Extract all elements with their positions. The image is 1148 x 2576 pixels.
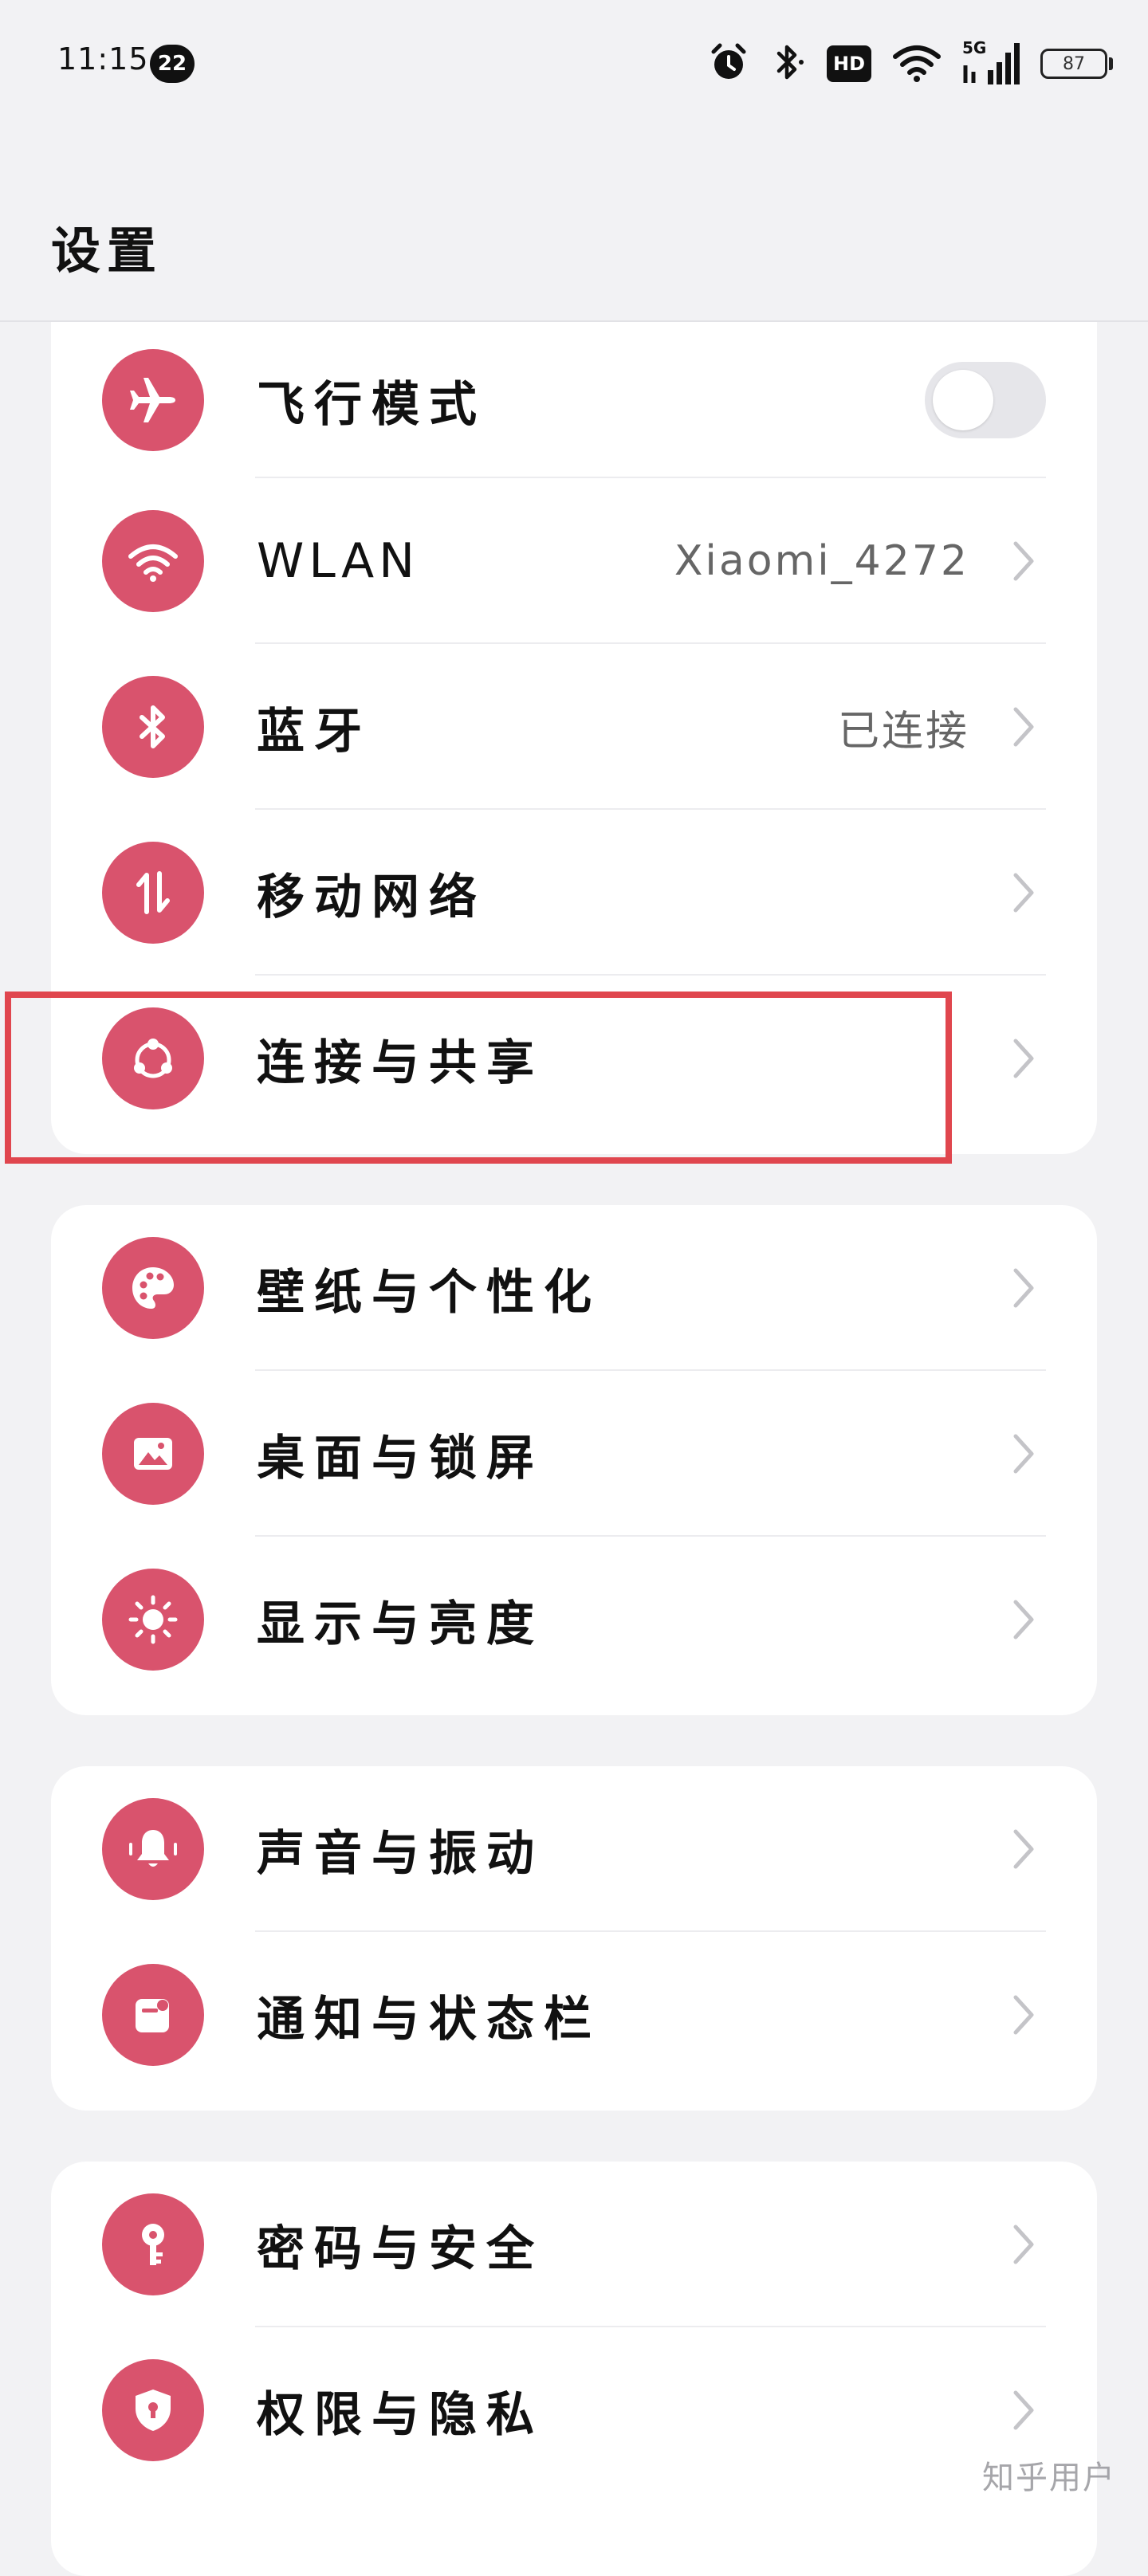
chevron-right-icon — [1008, 1825, 1040, 1873]
bluetooth-icon — [102, 676, 204, 778]
chevron-right-icon — [1008, 537, 1040, 585]
airplane-mode-toggle[interactable] — [925, 362, 1046, 438]
settings-item-label: 权限与隐私 — [257, 2386, 544, 2443]
battery-level: 87 — [1040, 49, 1107, 79]
chevron-right-icon — [1008, 1264, 1040, 1312]
bluetooth-status: 已连接 — [837, 707, 969, 756]
bluetooth-status-icon — [771, 41, 806, 87]
notification-icon — [102, 1964, 204, 2066]
settings-item-label: 飞行模式 — [257, 376, 486, 433]
watermark: 知乎用户 — [982, 2460, 1116, 2496]
chevron-right-icon — [1008, 1596, 1040, 1643]
settings-item-label: 声音与振动 — [257, 1825, 544, 1882]
settings-item-label: 显示与亮度 — [257, 1596, 544, 1652]
key-icon — [102, 2193, 204, 2295]
settings-item-label: 蓝牙 — [257, 703, 372, 760]
settings-item-label: 壁纸与个性化 — [257, 1264, 601, 1321]
shield-icon — [102, 2359, 204, 2461]
mobile-data-icon — [102, 842, 204, 944]
settings-item-mobile-network[interactable]: 移动网络 — [51, 810, 1097, 976]
settings-item-permissions-privacy[interactable]: 权限与隐私 — [51, 2327, 1097, 2493]
settings-group-personalization: 壁纸与个性化 桌面与锁屏 显示与亮度 — [51, 1205, 1097, 1715]
status-time: 11:15 — [57, 41, 149, 77]
page-title: 设置 — [51, 222, 163, 280]
bell-icon — [102, 1798, 204, 1900]
chevron-right-icon — [1008, 1991, 1040, 2039]
chevron-right-icon — [1008, 1430, 1040, 1478]
settings-item-notifications-statusbar[interactable]: 通知与状态栏 — [51, 1932, 1097, 2098]
image-icon — [102, 1403, 204, 1505]
airplane-icon — [102, 349, 204, 451]
settings-group-security-privacy: 密码与安全 权限与隐私 — [51, 2162, 1097, 2576]
settings-item-wlan[interactable]: WLAN Xiaomi_4272 — [51, 478, 1097, 644]
chevron-right-icon — [1008, 2386, 1040, 2434]
sun-icon — [102, 1569, 204, 1671]
status-icons: HD 5G 87 — [707, 38, 1113, 89]
palette-icon — [102, 1237, 204, 1339]
notification-count-badge: 22 — [150, 45, 195, 83]
wifi-status-icon — [892, 42, 942, 85]
settings-item-display-brightness[interactable]: 显示与亮度 — [51, 1537, 1097, 1702]
settings-item-label: 通知与状态栏 — [257, 1991, 601, 2048]
page-header: 设置 — [0, 128, 1148, 322]
settings-item-bluetooth[interactable]: 蓝牙 已连接 — [51, 644, 1097, 810]
settings-item-label: 密码与安全 — [257, 2221, 544, 2277]
settings-item-label: 桌面与锁屏 — [257, 1430, 544, 1486]
wifi-icon — [102, 510, 204, 612]
chevron-right-icon — [1008, 2221, 1040, 2268]
cellular-signal-icon: 5G — [962, 38, 1020, 86]
chevron-right-icon — [1008, 1035, 1040, 1082]
hd-voice-icon: HD — [827, 45, 871, 82]
settings-item-sound-vibration[interactable]: 声音与振动 — [51, 1766, 1097, 1932]
battery-icon: 87 — [1040, 49, 1113, 79]
alarm-icon — [707, 41, 750, 87]
settings-group-sound-notifications: 声音与振动 通知与状态栏 — [51, 1766, 1097, 2111]
wlan-network-name: Xiaomi_4272 — [674, 537, 969, 585]
settings-item-password-security[interactable]: 密码与安全 — [51, 2162, 1097, 2327]
highlight-box — [5, 992, 952, 1164]
settings-item-wallpaper[interactable]: 壁纸与个性化 — [51, 1205, 1097, 1371]
status-bar: 11:15 22 HD 5G 87 — [0, 0, 1148, 128]
toggle-knob — [933, 370, 993, 430]
settings-item-label: WLAN — [257, 533, 420, 589]
settings-item-home-lock-screen[interactable]: 桌面与锁屏 — [51, 1371, 1097, 1537]
settings-item-label: 移动网络 — [257, 869, 486, 925]
chevron-right-icon — [1008, 703, 1040, 751]
settings-item-airplane-mode[interactable]: 飞行模式 — [51, 322, 1097, 478]
chevron-right-icon — [1008, 869, 1040, 917]
